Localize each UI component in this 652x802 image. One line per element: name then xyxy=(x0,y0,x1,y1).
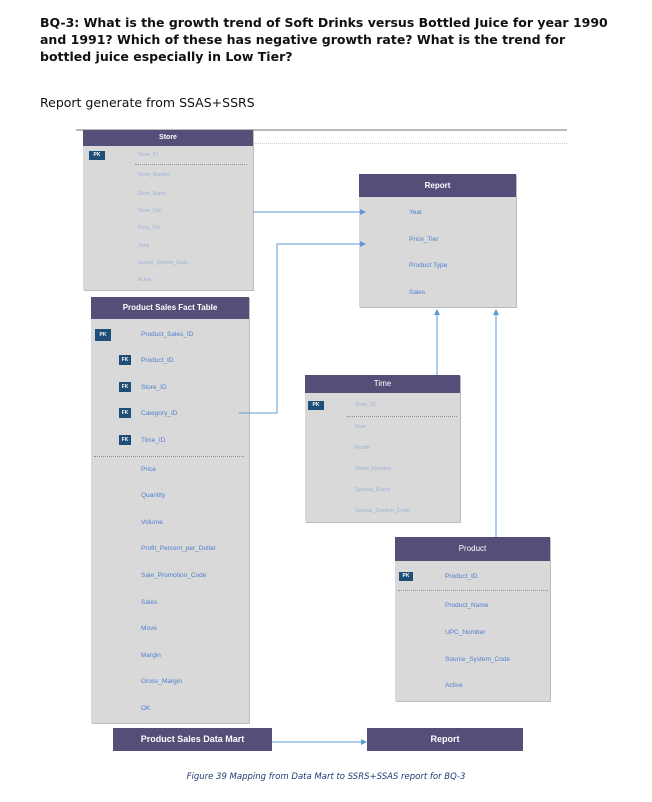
fact-fk-badge: FK xyxy=(119,435,131,445)
fact-key-field: Time_ID xyxy=(141,437,166,444)
report-bar: Report xyxy=(367,728,523,751)
store-separator xyxy=(135,164,247,165)
fact-measure-field: Gross_Margin xyxy=(141,678,182,685)
time-field: Special_Event xyxy=(355,487,391,493)
product-pk-badge: PK xyxy=(399,572,413,581)
report-field: Sales xyxy=(409,289,426,296)
report-field: Price_Tier xyxy=(409,236,439,243)
store-field: Active xyxy=(138,277,152,283)
fact-measure-field: Sale_Promotion_Code xyxy=(141,572,207,579)
fact-table-header: Product Sales Fact Table xyxy=(91,297,249,319)
store-field: Price_Tier xyxy=(138,225,161,231)
fact-key-field: Category_ID xyxy=(141,410,178,417)
fact-measure-field: Move xyxy=(141,625,157,632)
fact-pk-badge: PK xyxy=(95,329,111,341)
store-table: Store PK Store_ID Store_Number Store_Nam… xyxy=(83,130,253,290)
time-table: Time PK Time_ID Year Month Week_Number S… xyxy=(305,375,460,522)
time-field: Year xyxy=(355,424,367,430)
time-field: Source_System_Code xyxy=(355,508,411,514)
product-field: Product_ID xyxy=(445,573,478,580)
time-pk-badge: PK xyxy=(308,401,324,410)
fact-measure-field: Price xyxy=(141,466,156,473)
product-table-header: Product xyxy=(395,537,550,561)
product-field: UPC_Number xyxy=(445,629,486,636)
store-field: Store_City xyxy=(138,208,162,214)
report-field: Year xyxy=(409,209,423,216)
fact-key-field: Product_ID xyxy=(141,357,174,364)
store-field: Source_System_Code xyxy=(138,260,189,266)
fact-fk-badge: FK xyxy=(119,355,131,365)
fact-measure-field: OK xyxy=(141,705,151,712)
fact-measure-field: Profit_Percent_per_Dollar xyxy=(141,545,216,552)
product-table: Product PK Product_ID Product_Name UPC_N… xyxy=(395,537,550,701)
store-field: Store_Name xyxy=(138,191,167,197)
fact-table: Product Sales Fact Table PK Product_Sale… xyxy=(91,297,249,723)
time-field: Time_ID xyxy=(355,402,376,408)
data-mart-bar: Product Sales Data Mart xyxy=(113,728,272,751)
report-field: Product Type xyxy=(409,262,448,269)
report-table: Report Year Price_Tier Product Type Sale… xyxy=(359,174,516,307)
store-field: Store_Number xyxy=(138,172,171,178)
report-table-header: Report xyxy=(359,174,516,197)
report-subtitle: Report generate from SSAS+SSRS xyxy=(40,95,255,110)
fact-fk-badge: FK xyxy=(119,382,131,392)
fact-fk-badge: FK xyxy=(119,408,131,418)
fact-key-field: Store_ID xyxy=(141,384,167,391)
store-field: Zone xyxy=(138,243,150,249)
fact-measure-field: Sales xyxy=(141,599,158,606)
fact-separator xyxy=(94,456,244,457)
question-text: BQ-3: What is the growth trend of Soft D… xyxy=(40,15,608,64)
fact-measure-field: Volume xyxy=(141,519,163,526)
store-table-header: Store xyxy=(83,130,253,146)
dotted-rule xyxy=(255,143,567,144)
fact-measure-field: Quantity xyxy=(141,492,166,499)
time-field: Week_Number xyxy=(355,466,392,472)
time-field: Month xyxy=(355,445,371,451)
product-field: Product_Name xyxy=(445,602,489,609)
time-separator xyxy=(347,416,457,417)
fact-key-field: Product_Sales_ID xyxy=(141,331,194,338)
store-pk-badge: PK xyxy=(89,151,105,160)
store-field: Store_ID xyxy=(138,152,158,158)
fact-measure-field: Margin xyxy=(141,652,161,659)
product-separator xyxy=(398,590,548,591)
product-field: Source_System_Code xyxy=(445,656,511,663)
product-field: Active xyxy=(445,682,463,689)
figure-caption: Figure 39 Mapping from Data Mart to SSRS… xyxy=(186,772,466,782)
time-table-header: Time xyxy=(305,375,460,393)
